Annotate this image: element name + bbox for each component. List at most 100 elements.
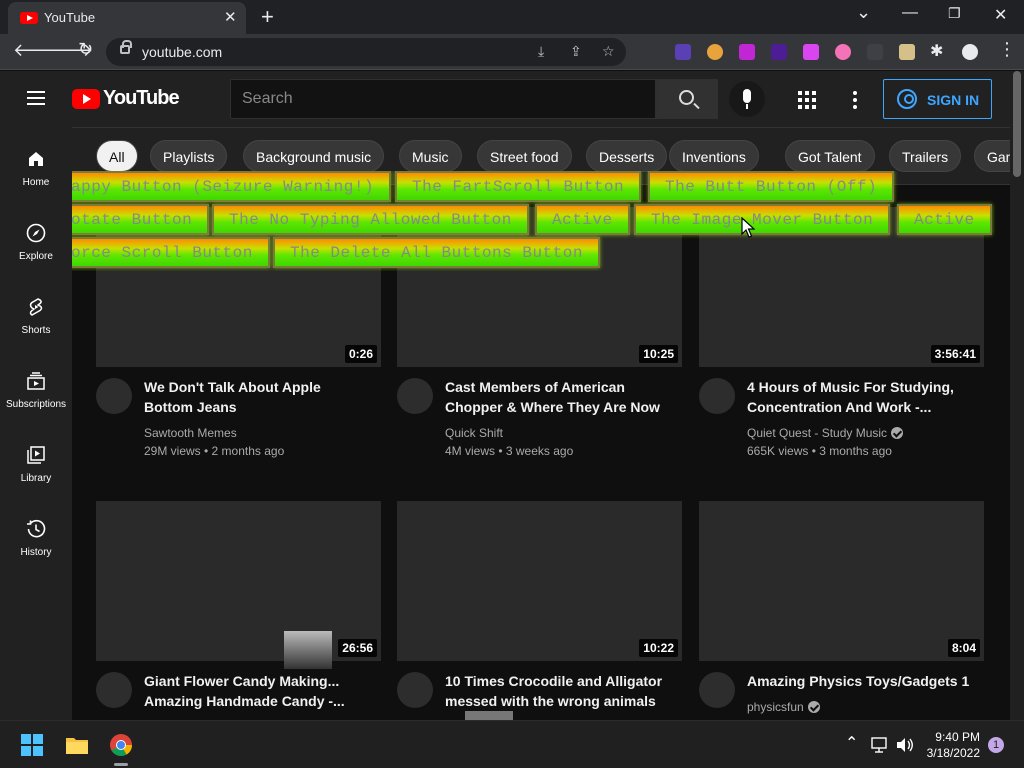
browser-menu-icon[interactable]: ⋮ xyxy=(998,39,1016,60)
channel-name[interactable]: Sawtooth Memes xyxy=(144,426,237,440)
search-button[interactable] xyxy=(656,79,718,119)
extension-icon-5[interactable] xyxy=(803,44,819,60)
chip-trailers[interactable]: Trailers xyxy=(889,140,962,172)
extensions-puzzle-icon[interactable]: ✱ xyxy=(930,41,943,61)
youtube-page: YouTube SIGN IN Home Explore S xyxy=(0,71,1024,720)
tab-close-icon[interactable]: ✕ xyxy=(224,8,237,26)
install-icon[interactable]: ⤓ xyxy=(538,43,544,60)
chip-all[interactable]: All xyxy=(96,140,138,172)
window-close-button[interactable]: ✕ xyxy=(994,5,1007,25)
guide-item-history[interactable]: History xyxy=(0,519,72,593)
no-typing-allowed-button[interactable]: The No Typing Allowed Button xyxy=(212,204,529,235)
video-title[interactable]: 10 Times Crocodile and Alligator messed … xyxy=(445,671,675,711)
video-title[interactable]: We Don't Talk About Apple Bottom Jeans xyxy=(144,377,374,417)
tray-chevron-up-icon[interactable]: ⌃ xyxy=(845,733,858,753)
extension-icon-6[interactable] xyxy=(835,44,851,60)
chrome-icon[interactable] xyxy=(109,733,133,757)
settings-kebab-icon[interactable] xyxy=(853,91,857,109)
new-tab-button[interactable]: + xyxy=(261,4,274,30)
guide-item-explore[interactable]: Explore xyxy=(0,223,72,297)
chip-playlists[interactable]: Playlists xyxy=(150,140,228,172)
window-minimize-button[interactable]: — xyxy=(902,4,918,22)
chip-music[interactable]: Music xyxy=(399,140,462,172)
force-scroll-button[interactable]: orce Scroll Button xyxy=(72,237,270,268)
chip-got-talent[interactable]: Got Talent xyxy=(785,140,875,172)
channel-name[interactable]: Quick Shift xyxy=(445,426,503,440)
subscriptions-icon xyxy=(27,372,45,390)
sign-in-button[interactable]: SIGN IN xyxy=(883,79,992,119)
channel-avatar[interactable] xyxy=(96,672,132,708)
youtube-logo-icon[interactable] xyxy=(72,89,100,109)
chip-gaming[interactable]: Gam xyxy=(974,140,1010,172)
chip-inventions[interactable]: Inventions xyxy=(669,140,759,172)
chip-background-music[interactable]: Background music xyxy=(243,140,385,172)
fartscroll-button[interactable]: The FartScroll Button xyxy=(395,171,642,202)
notification-badge[interactable]: 1 xyxy=(988,737,1004,753)
apps-grid-icon[interactable] xyxy=(798,91,816,109)
microphone-icon xyxy=(743,89,751,109)
volume-icon[interactable] xyxy=(895,735,915,755)
voice-search-button[interactable] xyxy=(729,81,765,117)
guide-item-home[interactable]: Home xyxy=(0,149,72,223)
video-title-line: Cast Members of American xyxy=(445,379,625,395)
scrollbar-thumb[interactable] xyxy=(1013,71,1021,177)
hamburger-menu-icon[interactable] xyxy=(27,91,45,105)
chip-street-food[interactable]: Street food xyxy=(477,140,572,172)
channel-avatar[interactable] xyxy=(96,378,132,414)
channel-avatar[interactable] xyxy=(397,378,433,414)
extension-icon-2[interactable] xyxy=(707,44,723,60)
channel-avatar[interactable] xyxy=(699,378,735,414)
tab-search-icon[interactable]: ⌄ xyxy=(856,2,871,23)
extension-icon-3[interactable] xyxy=(739,44,755,60)
bookmark-star-icon[interactable]: ☆ xyxy=(602,43,615,60)
seizure-button[interactable]: appy Button (Seizure Warning!) xyxy=(72,171,392,202)
search-input[interactable] xyxy=(231,80,655,118)
profile-icon[interactable] xyxy=(962,44,978,60)
video-title[interactable]: Cast Members of American Chopper & Where… xyxy=(445,377,675,417)
active-button[interactable]: Active xyxy=(897,204,992,235)
browser-tab-youtube[interactable]: YouTube ✕ xyxy=(8,2,246,34)
channel-name[interactable]: Quiet Quest - Study Music xyxy=(747,426,904,440)
extension-icon-1[interactable] xyxy=(675,44,691,60)
extension-icon-7[interactable] xyxy=(867,44,883,60)
image-mover-button[interactable]: The Image Mover Button xyxy=(634,204,891,235)
guide-label: Shorts xyxy=(21,325,51,336)
window-restore-button[interactable]: ❐ xyxy=(948,5,961,22)
guide-item-subscriptions[interactable]: Subscriptions xyxy=(0,371,72,445)
extension-icon-8[interactable] xyxy=(899,44,915,60)
windows-start-icon[interactable] xyxy=(20,733,44,757)
video-thumbnail[interactable]: 8:04 xyxy=(699,501,984,661)
left-guide: Home Explore Shorts Subscriptions Librar… xyxy=(0,127,72,720)
channel-name[interactable]: physicsfun xyxy=(747,700,820,714)
account-circle-icon xyxy=(897,89,917,109)
video-thumbnail[interactable]: 26:56 xyxy=(96,501,381,669)
share-icon[interactable]: ⇪ xyxy=(570,43,582,60)
guide-item-shorts[interactable]: Shorts xyxy=(0,297,72,371)
channel-avatar[interactable] xyxy=(397,672,433,708)
chip-desserts[interactable]: Desserts xyxy=(586,140,668,172)
chrome-running-indicator xyxy=(114,763,128,766)
video-thumbnail[interactable]: 10:22 xyxy=(397,501,682,661)
video-title-line: 4 Hours of Music For Studying, xyxy=(747,379,954,395)
address-bar[interactable]: youtube.com ⤓ ⇪ ☆ xyxy=(106,38,626,66)
channel-avatar[interactable] xyxy=(699,672,735,708)
clock-time[interactable]: 9:40 PM xyxy=(920,730,980,744)
delete-all-buttons-button[interactable]: The Delete All Buttons Button xyxy=(273,237,600,268)
video-title[interactable]: Giant Flower Candy Making... Amazing Han… xyxy=(144,671,374,711)
video-title[interactable]: Amazing Physics Toys/Gadgets 1 xyxy=(747,671,977,691)
reload-icon[interactable]: ↻ xyxy=(78,39,93,60)
extension-icon-4[interactable] xyxy=(771,44,787,60)
rotate-button[interactable]: otate Button xyxy=(72,204,210,235)
active-button[interactable]: Active xyxy=(535,204,630,235)
guide-item-library[interactable]: Library xyxy=(0,445,72,519)
butt-button[interactable]: The Butt Button (Off) xyxy=(648,171,895,202)
verified-check-icon xyxy=(891,427,904,439)
network-icon[interactable] xyxy=(870,735,890,755)
youtube-logo-text[interactable]: YouTube xyxy=(103,87,180,110)
search-box[interactable] xyxy=(230,79,656,119)
file-explorer-icon[interactable] xyxy=(65,733,89,757)
video-title[interactable]: 4 Hours of Music For Studying, Concentra… xyxy=(747,377,977,417)
clock-date[interactable]: 3/18/2022 xyxy=(920,746,980,760)
page-scrollbar[interactable] xyxy=(1010,71,1024,720)
video-title-line: Concentration And Work -... xyxy=(747,399,932,415)
